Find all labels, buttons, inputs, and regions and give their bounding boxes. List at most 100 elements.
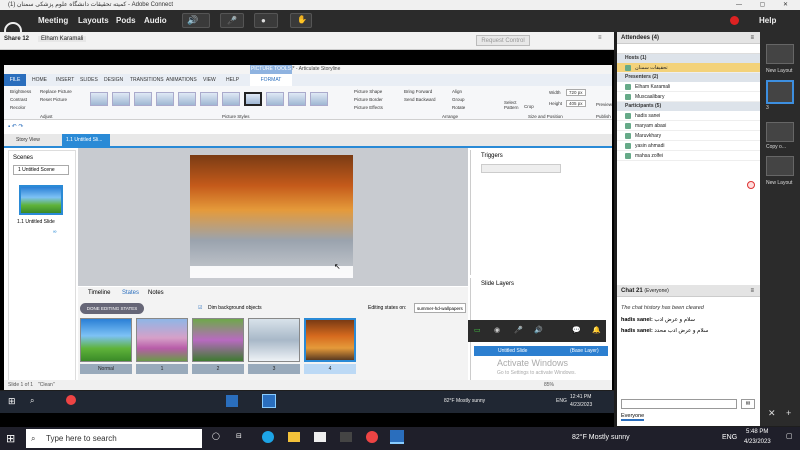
- picture-style-4[interactable]: [156, 92, 174, 106]
- state-3-thumbnail[interactable]: [248, 318, 300, 362]
- picture-border-button[interactable]: Picture Border: [354, 97, 383, 102]
- brightness-button[interactable]: Brightness: [10, 89, 31, 94]
- inner-start-icon[interactable]: ⊞: [8, 396, 16, 407]
- attendees-menu-icon[interactable]: ≡: [750, 32, 754, 44]
- tab-timeline[interactable]: Timeline: [88, 290, 110, 296]
- done-editing-states-button[interactable]: DONE EDITING STATES: [80, 303, 144, 314]
- group-button[interactable]: Group: [452, 97, 465, 102]
- mail-icon[interactable]: [314, 432, 326, 442]
- host-row[interactable]: تحقیقات سمنان: [617, 63, 760, 73]
- picture-style-3[interactable]: [134, 92, 152, 106]
- notification-icon[interactable]: ▢: [786, 432, 793, 440]
- editing-states-select[interactable]: summer-hd-wallpapers: [414, 303, 466, 313]
- contrast-button[interactable]: Contrast: [10, 97, 27, 102]
- file-explorer-icon[interactable]: [288, 432, 300, 442]
- tab-help[interactable]: HELP: [226, 77, 239, 83]
- layout-thumbnail[interactable]: [766, 122, 794, 142]
- edge-icon[interactable]: [262, 431, 274, 443]
- chat-icon[interactable]: 💬: [572, 326, 581, 334]
- reset-picture-button[interactable]: Reset Picture: [40, 97, 67, 102]
- picture-style-10[interactable]: [288, 92, 306, 106]
- state-1-thumbnail[interactable]: [136, 318, 188, 362]
- inner-search-icon[interactable]: ⌕: [30, 396, 34, 406]
- chat-input[interactable]: [621, 399, 737, 409]
- participant-row[interactable]: yasin ahmadi: [617, 141, 760, 151]
- picture-style-7[interactable]: [222, 92, 240, 106]
- picture-style-5[interactable]: [178, 92, 196, 106]
- dim-checkbox[interactable]: ☑: [198, 305, 202, 311]
- bring-forward-button[interactable]: Bring Forward: [404, 89, 432, 94]
- base-layer-row[interactable]: Untitled Slide (Base Layer): [474, 346, 608, 356]
- participant-row[interactable]: Maruvkhary: [617, 131, 760, 141]
- start-icon[interactable]: ⊞: [6, 432, 15, 445]
- menu-layouts[interactable]: Layouts: [78, 16, 109, 25]
- layout-thumbnail[interactable]: [766, 156, 794, 176]
- layout-thumbnail[interactable]: [766, 44, 794, 64]
- chrome-icon[interactable]: [366, 431, 378, 443]
- chat-send-button[interactable]: ✉: [741, 399, 755, 409]
- state-normal-thumbnail[interactable]: [80, 318, 132, 362]
- menu-help[interactable]: Help: [759, 16, 776, 25]
- widgets-icon[interactable]: ⊟: [236, 432, 242, 440]
- tab-story-view[interactable]: Story View: [16, 137, 40, 143]
- width-input[interactable]: 720 px: [566, 89, 586, 96]
- send-backward-button[interactable]: Send Backward: [404, 97, 436, 102]
- participant-row[interactable]: hadis sanei: [617, 111, 760, 121]
- speaker-button[interactable]: 🔊: [182, 13, 210, 28]
- picture-style-8[interactable]: [244, 92, 262, 106]
- select-pattern-button[interactable]: Select Pattern: [504, 100, 519, 110]
- slide-image-autumn-path[interactable]: [190, 155, 353, 277]
- align-button[interactable]: Align: [452, 89, 462, 94]
- height-input[interactable]: 405 px: [566, 100, 586, 107]
- tab-home[interactable]: HOME: [32, 77, 47, 83]
- presenters-section[interactable]: Presenters (2): [617, 73, 760, 82]
- preview-button[interactable]: Preview: [596, 102, 612, 107]
- state-2-thumbnail[interactable]: [192, 318, 244, 362]
- crop-button[interactable]: Crop: [524, 104, 534, 109]
- tab-states[interactable]: States: [122, 290, 139, 296]
- picture-style-9[interactable]: [266, 92, 284, 106]
- participants-section[interactable]: Participants (5): [617, 102, 760, 111]
- participant-row[interactable]: mahsa zolfei: [617, 151, 760, 161]
- stop-share-icon[interactable]: ◉: [494, 326, 500, 334]
- tab-insert[interactable]: INSERT: [56, 77, 74, 83]
- webcam-button[interactable]: ●: [254, 13, 278, 28]
- tab-slides[interactable]: SLIDES: [80, 77, 98, 83]
- tab-format[interactable]: FORMAT: [250, 74, 292, 86]
- connect-app-icon[interactable]: [390, 430, 404, 444]
- picture-style-2[interactable]: [112, 92, 130, 106]
- share-screen-icon[interactable]: ▭: [474, 326, 481, 334]
- scene-select[interactable]: 1 Untitled Scene: [13, 165, 69, 175]
- picture-effects-button[interactable]: Picture Effects: [354, 105, 383, 110]
- triggers-toolbar[interactable]: [481, 164, 561, 173]
- window-controls[interactable]: — ▢ ✕: [736, 0, 796, 10]
- picture-style-1[interactable]: [90, 92, 108, 106]
- raise-hand-button[interactable]: ✋: [290, 13, 312, 28]
- rotate-button[interactable]: Rotate: [452, 105, 465, 110]
- task-view-icon[interactable]: ◯: [212, 432, 220, 440]
- record-icon[interactable]: [730, 16, 739, 25]
- tab-view[interactable]: VIEW: [203, 77, 216, 83]
- hosts-section[interactable]: Hosts (1): [617, 54, 760, 63]
- tab-animations[interactable]: ANIMATIONS: [166, 77, 197, 83]
- chat-menu-icon[interactable]: ≡: [750, 285, 754, 297]
- mic-status-icon[interactable]: 🎤: [514, 326, 523, 334]
- presenter-row[interactable]: Muscaalibary: [617, 92, 760, 102]
- tab-file[interactable]: FILE: [4, 74, 26, 86]
- notification-icon[interactable]: 🔔: [592, 326, 601, 334]
- tools-icon[interactable]: ✕: [768, 408, 776, 419]
- scene-slide-thumbnail[interactable]: [19, 185, 63, 215]
- inner-word-icon[interactable]: [226, 395, 238, 407]
- request-control-button[interactable]: Request Control: [476, 35, 530, 46]
- add-layout-icon[interactable]: +: [786, 408, 791, 418]
- tab-transitions[interactable]: TRANSITIONS: [130, 77, 164, 83]
- state-4-thumbnail[interactable]: [304, 318, 356, 362]
- inner-storyline-icon[interactable]: [262, 394, 276, 408]
- picture-style-6[interactable]: [200, 92, 218, 106]
- tab-design[interactable]: DESIGN: [104, 77, 123, 83]
- store-icon[interactable]: [340, 432, 352, 442]
- microphone-button[interactable]: 🎤: [220, 13, 244, 28]
- pod-menu-icon[interactable]: ≡: [598, 35, 602, 41]
- layout-thumbnail[interactable]: [766, 80, 794, 104]
- speaker-status-icon[interactable]: 🔊: [534, 326, 543, 334]
